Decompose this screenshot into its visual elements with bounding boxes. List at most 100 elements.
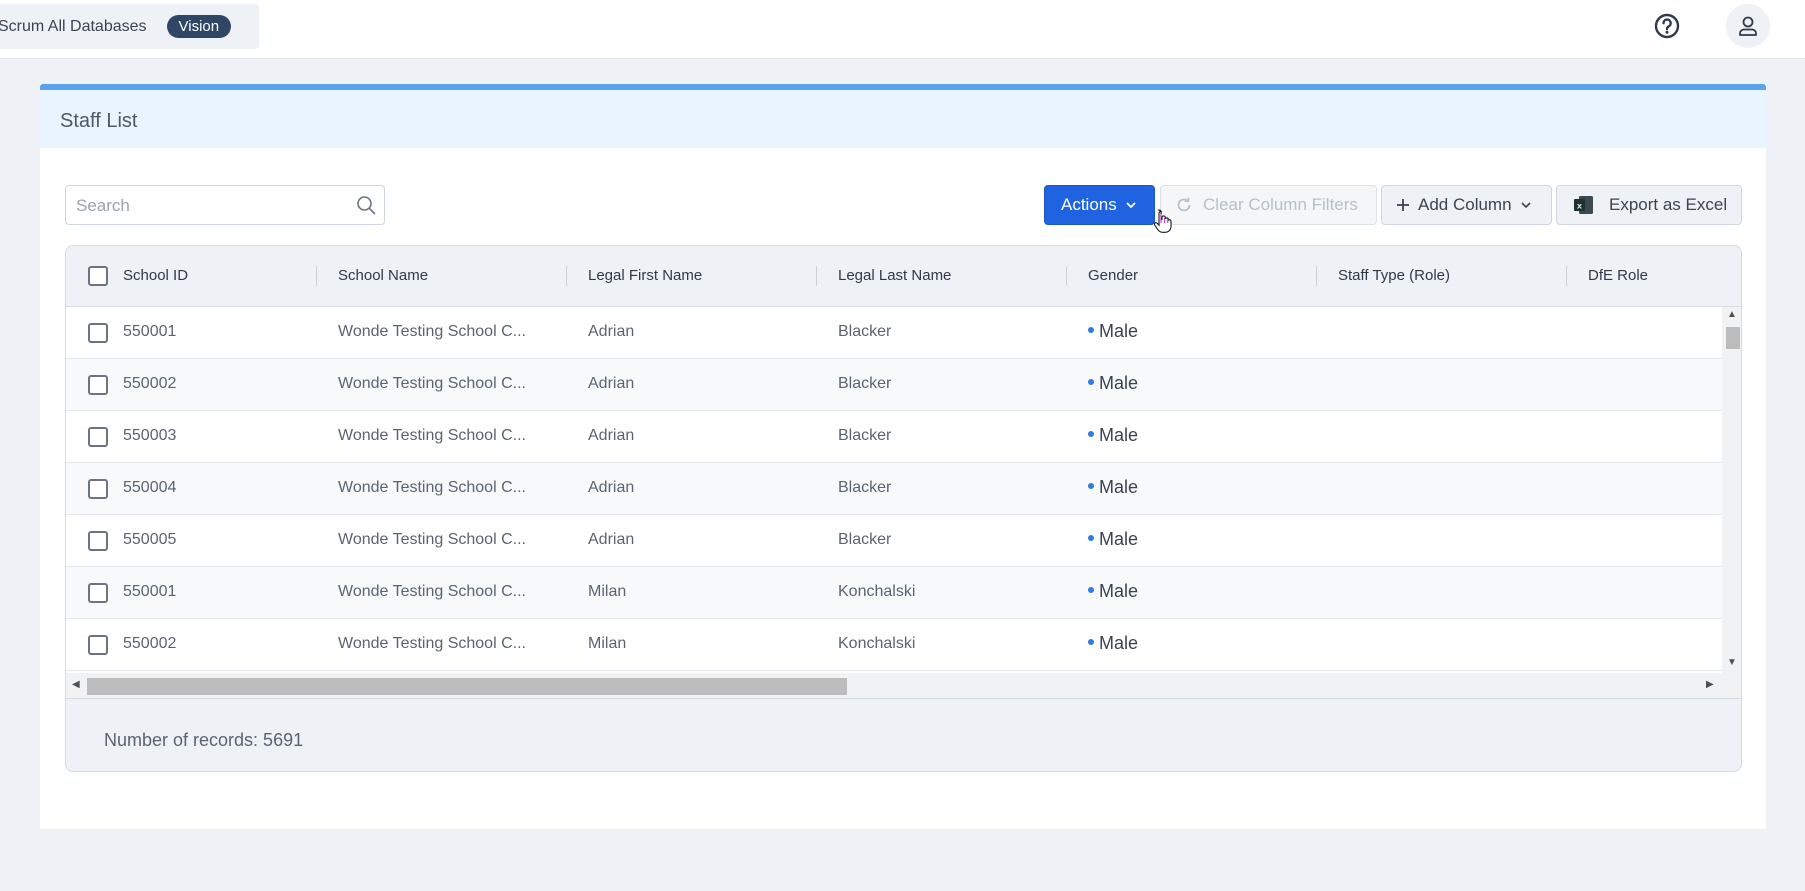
table-row[interactable]: 550005 Wonde Testing School C... Adrian …: [66, 515, 1722, 567]
cell-school-name: Wonde Testing School C...: [338, 479, 526, 496]
table-row[interactable]: 550002 Wonde Testing School C... Milan K…: [66, 619, 1722, 671]
user-icon: [1739, 16, 1757, 36]
card-header: Staff List: [40, 84, 1766, 148]
cell-school-id: 550005: [123, 531, 177, 548]
table-row[interactable]: 550004 Wonde Testing School C... Adrian …: [66, 463, 1722, 515]
cell-first-name: Adrian: [588, 375, 635, 392]
actions-button[interactable]: Actions: [1044, 185, 1155, 225]
chevron-down-icon: [1126, 202, 1136, 209]
grid-body: 550001 Wonde Testing School C... Adrian …: [66, 307, 1722, 673]
cell-gender: Male: [1088, 529, 1138, 550]
excel-icon: x: [1574, 196, 1593, 214]
cell-school-id: 550001: [123, 583, 177, 600]
database-selector[interactable]: Scrum All Databases Vision: [0, 4, 259, 49]
cell-gender: Male: [1088, 581, 1138, 602]
gender-value: Male: [1099, 581, 1139, 601]
vertical-scroll-thumb[interactable]: [1726, 327, 1740, 349]
table-row[interactable]: 550001 Wonde Testing School C... Milan K…: [66, 567, 1722, 619]
gender-value: Male: [1099, 633, 1139, 653]
cell-last-name: Blacker: [838, 427, 892, 444]
vision-badge: Vision: [166, 15, 232, 38]
gender-value: Male: [1099, 477, 1139, 497]
horizontal-scrollbar[interactable]: ◀ ▶: [66, 673, 1741, 699]
clear-filters-label: Clear Column Filters: [1203, 195, 1358, 214]
help-circle-icon[interactable]: [1653, 12, 1681, 40]
row-checkbox[interactable]: [88, 479, 108, 499]
column-header-school-name[interactable]: School Name: [338, 267, 428, 284]
table-row[interactable]: 550002 Wonde Testing School C... Adrian …: [66, 359, 1722, 411]
column-resize-handle[interactable]: [816, 266, 817, 286]
cell-first-name: Adrian: [588, 479, 635, 496]
cell-school-name: Wonde Testing School C...: [338, 635, 526, 652]
cell-school-name: Wonde Testing School C...: [338, 583, 526, 600]
column-header-staff-type[interactable]: Staff Type (Role): [1338, 267, 1450, 284]
row-checkbox[interactable]: [88, 375, 108, 395]
column-header-gender[interactable]: Gender: [1088, 267, 1138, 284]
cell-school-name: Wonde Testing School C...: [338, 427, 526, 444]
column-resize-handle[interactable]: [1316, 266, 1317, 286]
cell-gender: Male: [1088, 373, 1138, 394]
clear-column-filters-button[interactable]: Clear Column Filters: [1160, 185, 1377, 225]
cell-gender: Male: [1088, 321, 1138, 342]
column-header-legal-first-name[interactable]: Legal First Name: [588, 267, 702, 284]
cell-last-name: Blacker: [838, 375, 892, 392]
cell-last-name: Blacker: [838, 479, 892, 496]
gender-dot-icon: [1088, 587, 1094, 594]
staff-list-card: Staff List Actions Clear Column Filters …: [40, 84, 1766, 829]
gender-value: Male: [1099, 321, 1139, 341]
column-header-legal-last-name[interactable]: Legal Last Name: [838, 267, 951, 284]
export-label: Export as Excel: [1609, 195, 1728, 214]
column-resize-handle[interactable]: [566, 266, 567, 286]
search-icon[interactable]: [356, 195, 376, 215]
cell-first-name: Adrian: [588, 531, 635, 548]
scroll-left-arrow-icon[interactable]: ◀: [72, 679, 80, 690]
cell-first-name: Milan: [588, 583, 627, 600]
row-checkbox[interactable]: [88, 635, 108, 655]
gender-value: Male: [1099, 425, 1139, 445]
horizontal-scroll-thumb[interactable]: [87, 678, 847, 695]
user-menu-button[interactable]: [1726, 4, 1770, 48]
plus-icon: [1397, 199, 1409, 211]
row-checkbox[interactable]: [88, 583, 108, 603]
hand-cursor-icon: [1153, 209, 1172, 233]
cell-school-id: 550004: [123, 479, 177, 496]
cell-school-name: Wonde Testing School C...: [338, 323, 526, 340]
scroll-right-arrow-icon[interactable]: ▶: [1706, 679, 1714, 690]
svg-text:x: x: [1577, 202, 1583, 211]
search-input[interactable]: [76, 195, 346, 217]
row-checkbox[interactable]: [88, 427, 108, 447]
vertical-scrollbar[interactable]: ▲ ▼: [1722, 307, 1741, 673]
column-resize-handle[interactable]: [1066, 266, 1067, 286]
refresh-icon: [1177, 197, 1191, 212]
gender-dot-icon: [1088, 379, 1094, 386]
table-row[interactable]: 550001 Wonde Testing School C... Adrian …: [66, 307, 1722, 359]
add-column-button[interactable]: Add Column: [1381, 185, 1552, 225]
column-resize-handle[interactable]: [316, 266, 317, 286]
column-header-dfe-role[interactable]: DfE Role: [1588, 267, 1648, 284]
cell-school-id: 550001: [123, 323, 177, 340]
column-header-school-id[interactable]: School ID: [123, 267, 188, 284]
gender-dot-icon: [1088, 431, 1094, 438]
chevron-down-icon: [1520, 202, 1531, 209]
cell-school-name: Wonde Testing School C...: [338, 531, 526, 548]
cell-gender: Male: [1088, 477, 1138, 498]
cell-last-name: Blacker: [838, 531, 892, 548]
select-all-checkbox[interactable]: [88, 266, 108, 286]
cell-school-id: 550002: [123, 375, 177, 392]
cell-first-name: Adrian: [588, 427, 635, 444]
export-excel-button[interactable]: x Export as Excel: [1556, 185, 1742, 225]
scroll-up-arrow-icon[interactable]: ▲: [1727, 309, 1737, 320]
cell-last-name: Konchalski: [838, 583, 916, 600]
gender-dot-icon: [1088, 483, 1094, 490]
gender-value: Male: [1099, 373, 1139, 393]
row-checkbox[interactable]: [88, 323, 108, 343]
cell-gender: Male: [1088, 633, 1138, 654]
page-title: Staff List: [60, 110, 138, 132]
cell-school-id: 550003: [123, 427, 177, 444]
table-row[interactable]: 550003 Wonde Testing School C... Adrian …: [66, 411, 1722, 463]
row-checkbox[interactable]: [88, 531, 108, 551]
database-name: Scrum All Databases: [0, 17, 147, 35]
column-resize-handle[interactable]: [1566, 266, 1567, 286]
record-count: Number of records: 5691: [104, 730, 304, 750]
scroll-down-arrow-icon[interactable]: ▼: [1727, 657, 1737, 668]
